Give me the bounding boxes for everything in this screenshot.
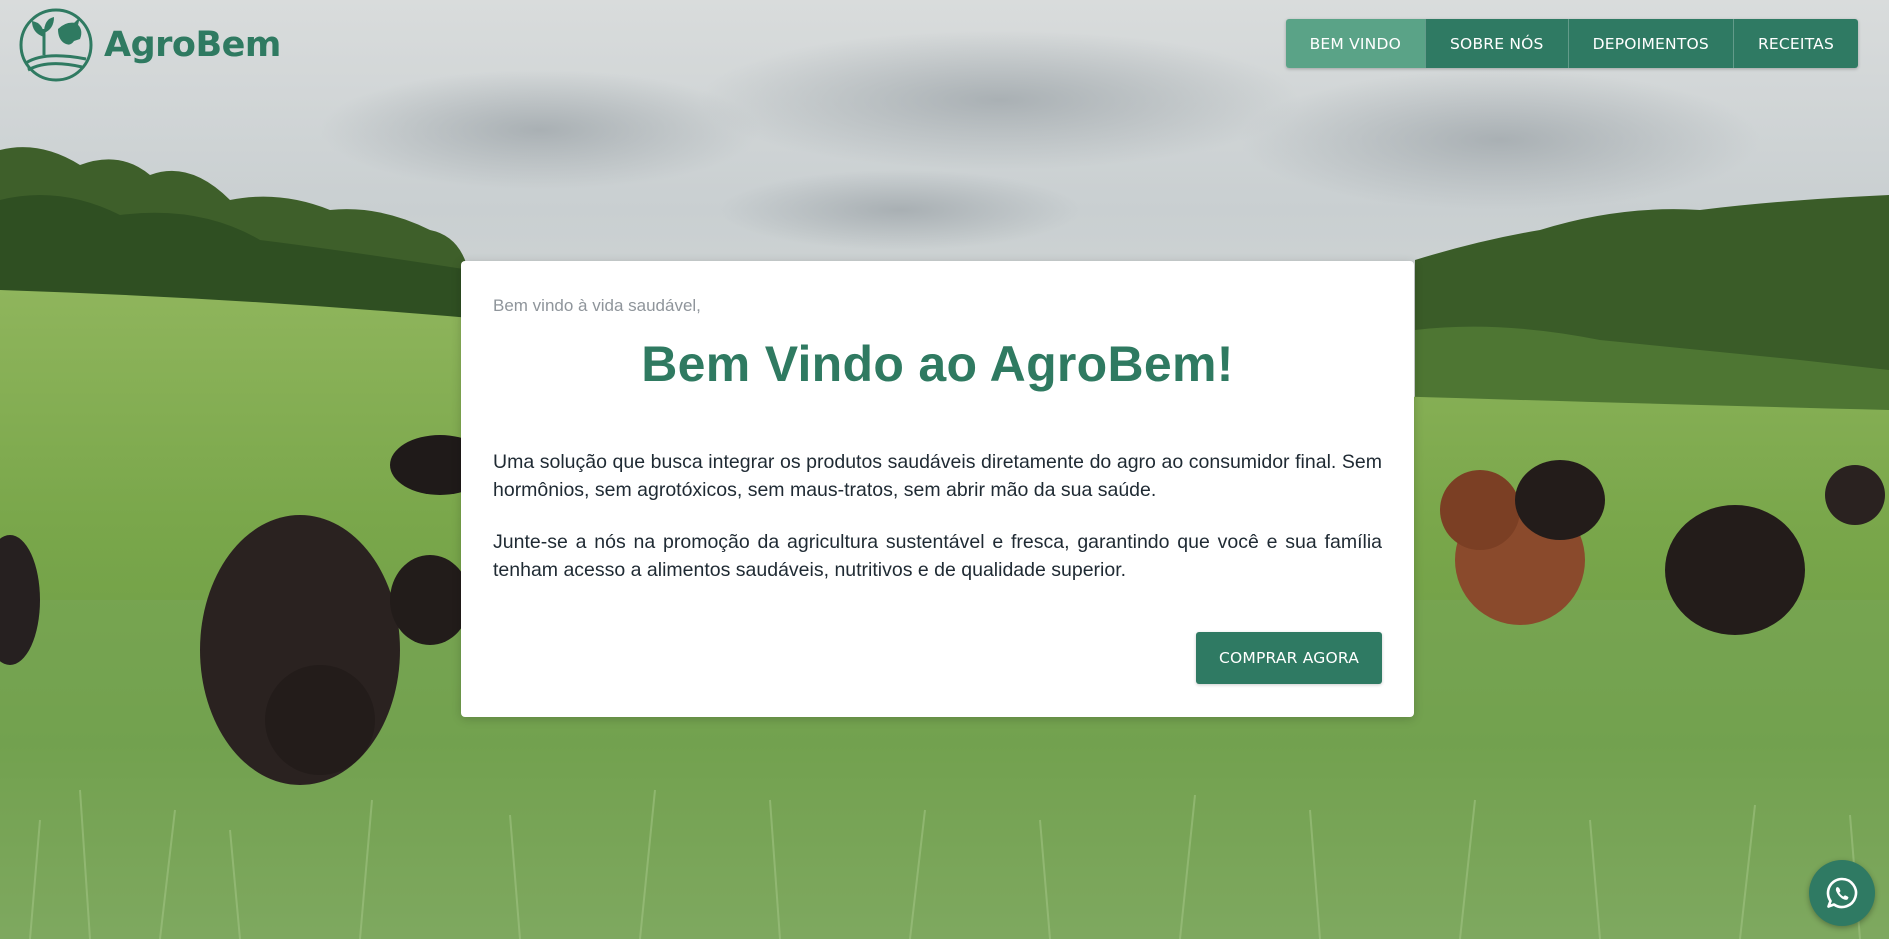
welcome-card: Bem vindo à vida saudável, Bem Vindo ao …	[461, 261, 1414, 717]
brand-name: AgroBem	[104, 25, 281, 65]
whatsapp-icon	[1826, 877, 1858, 909]
welcome-kicker: Bem vindo à vida saudável,	[493, 296, 701, 315]
nav-item-depoimentos[interactable]: DEPOIMENTOS	[1567, 19, 1733, 68]
intro-paragraph: Uma solução que busca integrar os produt…	[493, 451, 1382, 501]
brand-logo[interactable]: AgroBem	[18, 6, 281, 84]
farm-leaf-cow-logo-icon	[19, 8, 93, 82]
buy-now-button[interactable]: COMPRAR AGORA	[1196, 632, 1382, 684]
landing-page: AgroBem BEM VINDO SOBRE NÓS DEPOIMENTOS …	[0, 0, 1889, 939]
nav-item-receitas[interactable]: RECEITAS	[1732, 19, 1858, 68]
join-paragraph: Junte-se a nós na promoção da agricultur…	[493, 531, 1382, 581]
main-navigation: BEM VINDO SOBRE NÓS DEPOIMENTOS RECEITAS	[1285, 19, 1858, 68]
nav-item-sobre-nos[interactable]: SOBRE NÓS	[1425, 19, 1568, 68]
page-title: Bem Vindo ao AgroBem!	[641, 336, 1234, 392]
nav-item-bem-vindo[interactable]: BEM VINDO	[1285, 19, 1425, 68]
whatsapp-button[interactable]	[1809, 860, 1875, 926]
